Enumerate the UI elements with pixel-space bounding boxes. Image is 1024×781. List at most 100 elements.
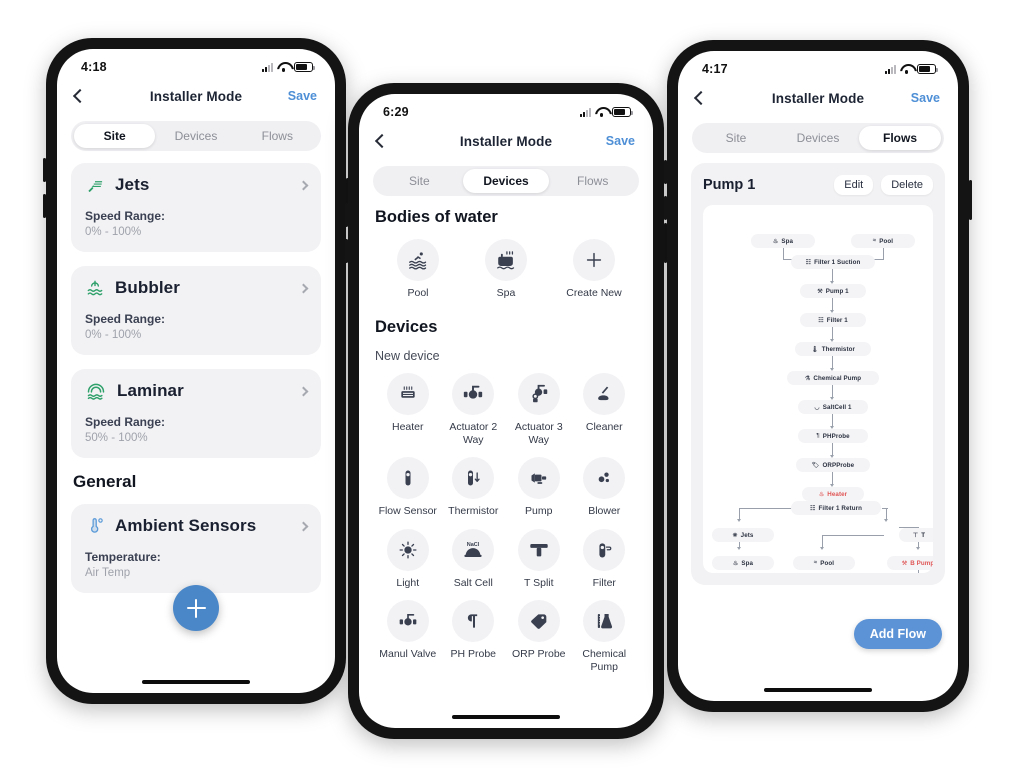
flow-node-spa-top[interactable]: ♨ Spa <box>751 234 815 248</box>
chevron-right-icon[interactable] <box>298 521 309 531</box>
flow-node-orpprobe[interactable]: 🏷 ORPProbe <box>796 458 870 472</box>
create-new-body-button[interactable]: Create New <box>551 239 637 300</box>
node-label: Filter 1 <box>826 316 848 324</box>
device-actuator-3-way[interactable]: Actuator 3 Way <box>506 373 572 447</box>
device-label: Salt Cell <box>453 576 493 589</box>
device-label: Filter <box>592 576 616 589</box>
flow-node-chemical-pump[interactable]: ⚗ Chemical Pump <box>787 371 879 385</box>
tab-flows[interactable]: Flows <box>237 124 318 148</box>
volume-up-button[interactable] <box>43 158 46 182</box>
flow-node-thermistor[interactable]: 🌡 Thermistor <box>795 342 871 356</box>
heading-devices: Devices <box>375 318 438 337</box>
speed-range-value: 0% - 100% <box>85 226 142 238</box>
device-heater[interactable]: Heater <box>375 373 441 447</box>
chevron-right-icon[interactable] <box>298 283 309 293</box>
save-button[interactable]: Save <box>606 134 635 148</box>
node-label: Pool <box>879 237 894 245</box>
flow-node-t-split[interactable]: ⊤ T <box>899 528 933 542</box>
phone1-screen: 4:18 Installer Mode Save Site Devices Fl… <box>57 49 335 693</box>
volume-up-button[interactable] <box>664 160 667 184</box>
flow-node-phprobe[interactable]: ¶ PHProbe <box>798 429 868 443</box>
chevron-right-icon[interactable] <box>298 180 309 190</box>
chevron-right-icon[interactable] <box>298 386 309 396</box>
tab-site[interactable]: Site <box>376 169 463 193</box>
body-of-water-pool[interactable]: Pool <box>375 239 461 300</box>
flow-node-saltcell1[interactable]: ◡ SaltCell 1 <box>798 400 868 414</box>
flow-node-pump1[interactable]: ⚒ Pump 1 <box>800 284 866 298</box>
device-cleaner[interactable]: Cleaner <box>572 373 638 447</box>
list-item-jets[interactable]: Jets Speed Range: 0% - 100% <box>71 163 321 252</box>
flow-sensor-icon <box>386 457 429 500</box>
device-pump[interactable]: Pump <box>506 457 572 518</box>
volume-down-button[interactable] <box>345 239 348 263</box>
edit-button[interactable]: Edit <box>834 175 874 195</box>
power-button[interactable] <box>969 180 972 220</box>
device-t-split[interactable]: T Split <box>506 528 572 590</box>
tab-devices[interactable]: Devices <box>462 169 550 193</box>
device-light[interactable]: Light <box>375 528 441 590</box>
device-thermistor[interactable]: Thermistor <box>441 457 507 518</box>
status-icons <box>580 107 633 117</box>
volume-down-button[interactable] <box>43 194 46 218</box>
list-item-ambient-sensors[interactable]: Ambient Sensors Temperature: Air Temp <box>71 504 321 593</box>
device-salt-cell[interactable]: NaCl Salt Cell <box>441 528 507 590</box>
list-item-bubbler[interactable]: Bubbler Speed Range: 0% - 100% <box>71 266 321 355</box>
flow-node-filter1-return[interactable]: ☷ Filter 1 Return <box>791 501 881 515</box>
tab-site[interactable]: Site <box>74 124 156 148</box>
t-split-icon <box>517 528 560 571</box>
heater-icon: ♨ <box>818 491 825 498</box>
node-label: Filter 1 Return <box>818 504 862 512</box>
laminar-icon <box>85 381 107 401</box>
status-bar: 6:29 <box>359 94 653 124</box>
list-item-laminar[interactable]: Laminar Speed Range: 50% - 100% <box>71 369 321 458</box>
flow-node-filter1[interactable]: ☷ Filter 1 <box>800 313 866 327</box>
flow-node-spa-bottom[interactable]: ♨ Spa <box>712 556 774 570</box>
filter-icon: ☷ <box>805 259 812 266</box>
node-label: Thermistor <box>821 345 856 353</box>
devices-body: Bodies of water Pool Spa Create New Devi… <box>359 196 653 674</box>
flow-diagram[interactable]: ♨ Spa ≈ Pool ☷ Filter 1 Suction ⚒ Pump 1… <box>703 205 933 573</box>
device-label: Manul Valve <box>379 647 437 660</box>
pool-icon: ≈ <box>872 238 877 244</box>
tab-devices[interactable]: Devices <box>777 126 859 150</box>
status-icons <box>885 64 938 74</box>
device-filter[interactable]: Filter <box>572 528 638 590</box>
tab-devices[interactable]: Devices <box>155 124 236 148</box>
device-blower[interactable]: Blower <box>572 457 638 518</box>
card-title: Bubbler <box>115 278 180 297</box>
save-button[interactable]: Save <box>911 91 940 105</box>
flow-node-jets[interactable]: ✵ Jets <box>712 528 774 542</box>
device-flow-sensor[interactable]: Flow Sensor <box>375 457 441 518</box>
spa-icon: ♨ <box>732 560 739 567</box>
tab-site[interactable]: Site <box>695 126 777 150</box>
flow-node-heater[interactable]: ♨ Heater <box>802 487 864 501</box>
volume-down-button[interactable] <box>664 196 667 220</box>
device-label: T Split <box>523 576 554 589</box>
add-button[interactable] <box>173 585 219 631</box>
flow-node-b-pump[interactable]: ⚒ B Pump <box>887 556 933 570</box>
save-button[interactable]: Save <box>288 89 317 103</box>
card-header: Jets <box>85 175 309 195</box>
body-label: Pool <box>407 287 429 299</box>
device-orp-probe[interactable]: ORP Probe <box>506 599 572 674</box>
add-flow-button[interactable]: Add Flow <box>853 619 942 649</box>
home-indicator <box>764 687 872 692</box>
device-manual-valve[interactable]: Manul Valve <box>375 599 441 674</box>
device-chemical-pump[interactable]: Chemical Pump <box>572 599 638 674</box>
body-of-water-spa[interactable]: Spa <box>463 239 549 300</box>
chemical-pump-icon <box>583 599 626 642</box>
device-label: Light <box>396 576 420 589</box>
subheading-new-device: New device <box>375 349 440 364</box>
device-actuator-2-way[interactable]: Actuator 2 Way <box>441 373 507 447</box>
volume-up-button[interactable] <box>345 203 348 227</box>
flow-node-pool-top[interactable]: ≈ Pool <box>851 234 915 248</box>
flow-node-pool-mid[interactable]: ≈ Pool <box>793 556 855 570</box>
delete-button[interactable]: Delete <box>881 175 933 195</box>
tab-flows[interactable]: Flows <box>859 126 941 150</box>
wifi-icon <box>900 64 913 74</box>
tab-flows[interactable]: Flows <box>549 169 636 193</box>
device-ph-probe[interactable]: PH Probe <box>441 599 507 674</box>
device-label: Actuator 2 Way <box>449 421 498 447</box>
flow-node-filter1-suction[interactable]: ☷ Filter 1 Suction <box>791 255 875 269</box>
edge <box>822 535 824 547</box>
